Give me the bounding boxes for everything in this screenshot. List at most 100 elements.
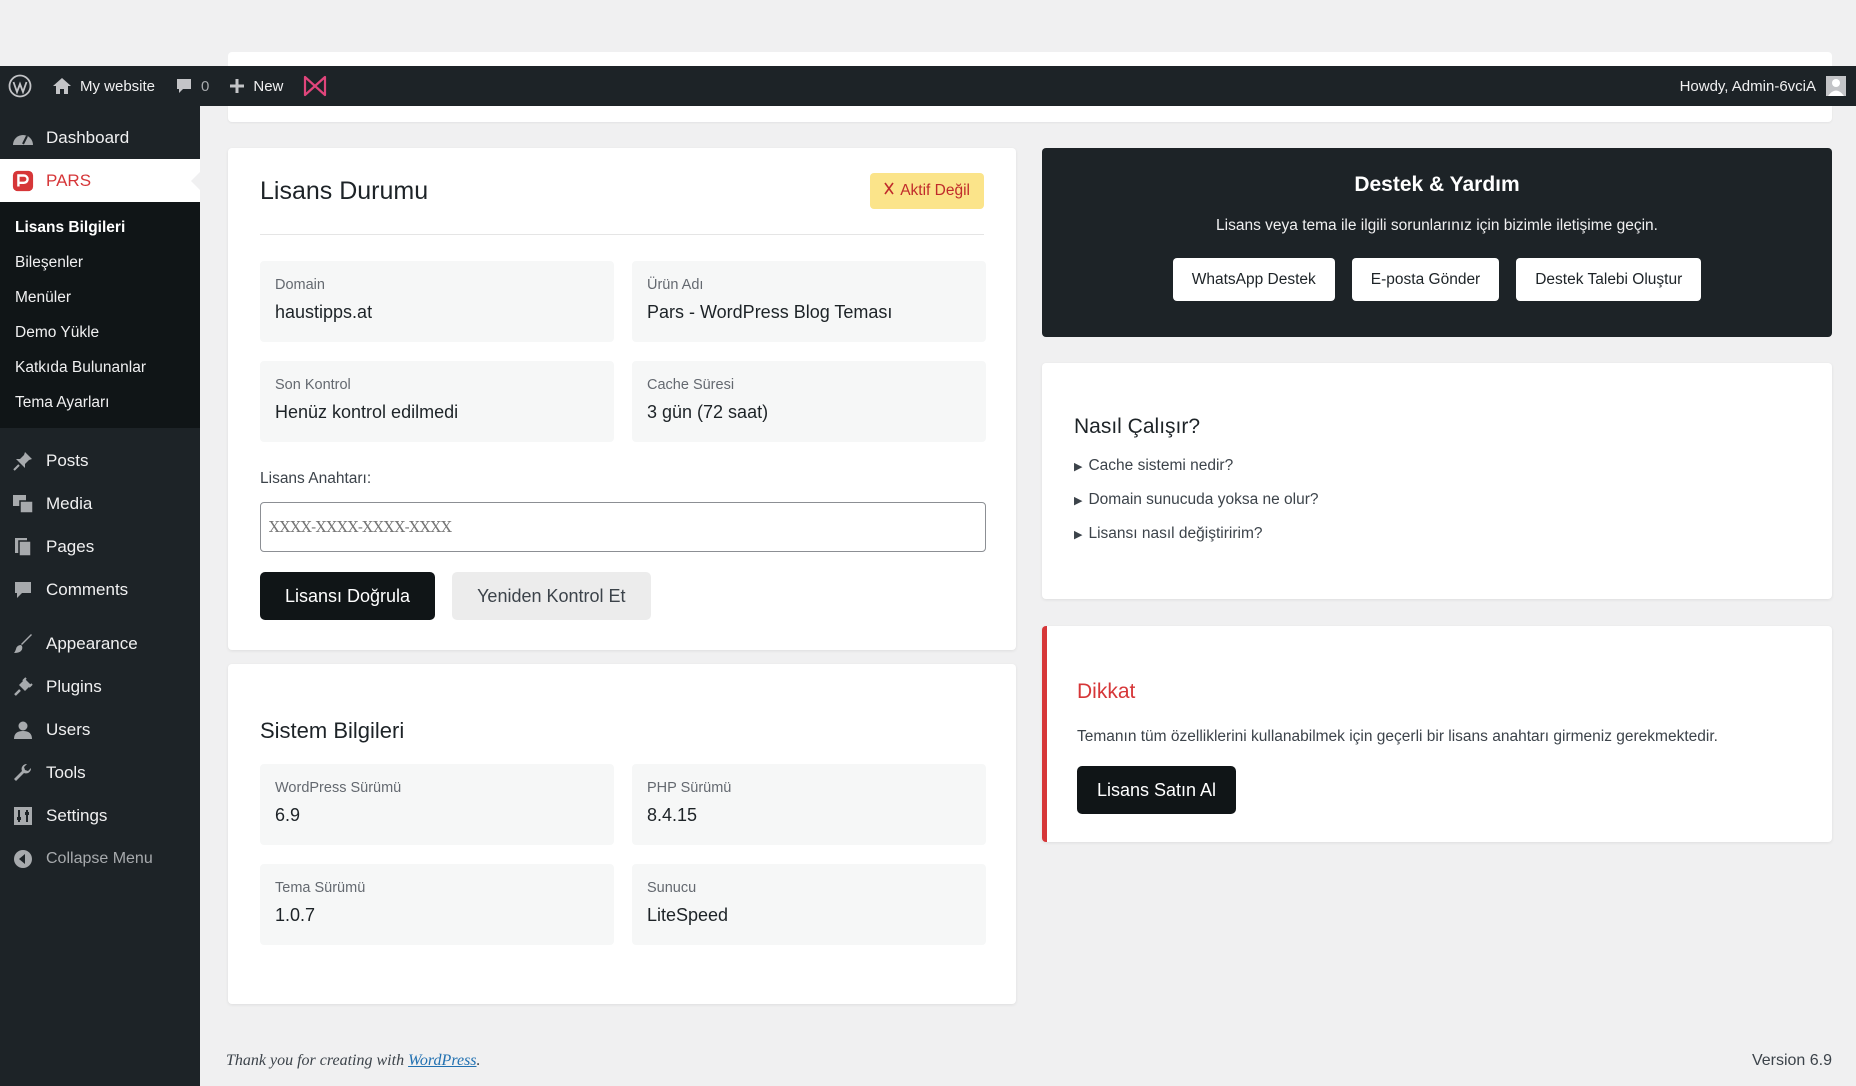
faq-item[interactable]: ▶ Cache sistemi nedir?: [1074, 457, 1800, 475]
pushpin-icon: [12, 450, 34, 472]
license-status-card: Lisans Durumu Aktif Değil Domain haustip…: [228, 148, 1016, 650]
site-name-link[interactable]: My website: [42, 66, 165, 106]
x-mark-icon: [884, 182, 894, 200]
site-name: My website: [80, 77, 156, 95]
comments-link[interactable]: 0: [165, 66, 219, 106]
recheck-license-button[interactable]: Yeniden Kontrol Et: [452, 572, 651, 620]
sidebar-item-pages[interactable]: Pages: [0, 525, 200, 568]
wrench-icon: [12, 762, 34, 784]
how-it-works-title: Nasıl Çalışır?: [1074, 415, 1201, 438]
sidebar-label-appearance: Appearance: [46, 633, 138, 653]
support-help-card: Destek & Yardım Lisans veya tema ile ilg…: [1042, 148, 1832, 337]
disclosure-triangle-icon: ▶: [1074, 528, 1083, 541]
user-icon: [12, 719, 34, 741]
buy-license-button[interactable]: Lisans Satın Al: [1077, 766, 1236, 814]
sidebar-label-dashboard: Dashboard: [46, 127, 130, 147]
wordpress-link[interactable]: WordPress: [408, 1052, 476, 1069]
sidebar-item-appearance[interactable]: Appearance: [0, 622, 200, 665]
sidebar-label-users: Users: [46, 719, 91, 739]
pages-icon: [12, 536, 34, 558]
info-cell-server: Sunucu LiteSpeed: [632, 864, 986, 945]
info-value: Pars - WordPress Blog Teması: [647, 302, 893, 322]
comments-count: 0: [201, 77, 210, 95]
comment-bubble-icon: [175, 77, 193, 95]
support-actions: WhatsApp Destek E-posta Gönder Destek Ta…: [1042, 258, 1832, 301]
admin-sidebar: Dashboard PARS Lisans Bilgileri Bileşenl…: [0, 106, 200, 1086]
create-ticket-button[interactable]: Destek Talebi Oluştur: [1516, 258, 1702, 301]
howdy-text: Howdy, Admin-6vciA: [1679, 77, 1816, 95]
sidebar-label-pages: Pages: [46, 536, 95, 556]
settings-sliders-icon: [12, 805, 34, 827]
info-cell-last-check: Son Kontrol Henüz kontrol edilmedi: [260, 361, 614, 442]
license-key-input[interactable]: [260, 502, 986, 552]
sidebar-item-settings[interactable]: Settings: [0, 794, 200, 837]
sidebar-item-tools[interactable]: Tools: [0, 751, 200, 794]
sidebar-label-posts: Posts: [46, 450, 89, 470]
collapse-menu-button[interactable]: Collapse Menu: [0, 837, 200, 880]
content-fragment: [228, 106, 1832, 122]
info-value: 1.0.7: [275, 905, 316, 925]
footer-thanks: Thank you for creating with WordPress.: [226, 1052, 481, 1070]
submenu-katkida-bulunanlar[interactable]: Katkıda Bulunanlar: [0, 350, 200, 385]
pars-theme-icon[interactable]: [293, 66, 337, 106]
sidebar-label-comments: Comments: [46, 579, 129, 599]
sidebar-label-tools: Tools: [46, 762, 86, 782]
sidebar-item-posts[interactable]: Posts: [0, 439, 200, 482]
info-value: 6.9: [275, 805, 301, 825]
sidebar-label-plugins: Plugins: [46, 676, 102, 696]
collapse-arrow-icon: [12, 848, 34, 870]
footer-version: Version 6.9: [1751, 1052, 1832, 1069]
submenu-demo-yukle[interactable]: Demo Yükle: [0, 315, 200, 350]
sidebar-item-pars[interactable]: PARS: [0, 159, 200, 202]
disclosure-triangle-icon: ▶: [1074, 460, 1083, 473]
pars-submenu: Lisans Bilgileri Bileşenler Menüler Demo…: [0, 202, 200, 428]
license-key-label: Lisans Anahtarı:: [260, 470, 372, 487]
sidebar-item-comments[interactable]: Comments: [0, 568, 200, 611]
info-label: Domain: [275, 277, 325, 293]
faq-text: Domain sunucuda yoksa ne olur?: [1088, 491, 1319, 508]
collapse-menu-label: Collapse Menu: [46, 849, 153, 867]
sidebar-label-pars: PARS: [46, 170, 92, 190]
info-value: haustipps.at: [275, 302, 373, 322]
warning-title: Dikkat: [1077, 680, 1136, 703]
submenu-tema-ayarlari[interactable]: Tema Ayarları: [0, 385, 200, 420]
system-info-card: Sistem Bilgileri WordPress Sürümü 6.9 PH…: [228, 664, 1016, 1004]
verify-license-button[interactable]: Lisansı Doğrula: [260, 572, 436, 620]
info-cell-cache-duration: Cache Süresi 3 gün (72 saat): [632, 361, 986, 442]
my-account-link[interactable]: Howdy, Admin-6vciA: [1670, 66, 1856, 106]
info-cell-product-name: Ürün Adı Pars - WordPress Blog Teması: [632, 261, 986, 342]
faq-item[interactable]: ▶ Lisansı nasıl değiştiririm?: [1074, 525, 1800, 543]
sidebar-item-users[interactable]: Users: [0, 708, 200, 751]
whatsapp-support-button[interactable]: WhatsApp Destek: [1172, 258, 1335, 301]
info-label: Ürün Adı: [647, 277, 704, 293]
pars-logo-icon: [12, 170, 34, 192]
home-icon: [52, 77, 72, 95]
info-cell-domain: Domain haustipps.at: [260, 261, 614, 342]
license-header: Lisans Durumu Aktif Değil: [260, 148, 984, 235]
send-email-button[interactable]: E-posta Gönder: [1351, 258, 1500, 301]
new-content-link[interactable]: New: [219, 66, 293, 106]
support-text: Lisans veya tema ile ilgili sorunlarınız…: [1216, 217, 1658, 234]
faq-item[interactable]: ▶ Domain sunucuda yoksa ne olur?: [1074, 491, 1800, 509]
info-label: Son Kontrol: [275, 377, 351, 393]
license-actions: Lisansı Doğrula Yeniden Kontrol Et: [260, 572, 984, 620]
sidebar-item-plugins[interactable]: Plugins: [0, 665, 200, 708]
sidebar-item-dashboard[interactable]: Dashboard: [0, 116, 200, 159]
sidebar-label-media: Media: [46, 493, 93, 513]
avatar: [1826, 76, 1846, 96]
sidebar-label-settings: Settings: [46, 805, 108, 825]
info-value: Henüz kontrol edilmedi: [275, 402, 459, 422]
submenu-bilesenler[interactable]: Bileşenler: [0, 245, 200, 280]
wordpress-logo-icon[interactable]: [0, 66, 42, 106]
system-info-grid: WordPress Sürümü 6.9 PHP Sürümü 8.4.15 T…: [260, 764, 986, 945]
footer-thanks-prefix: Thank you for creating with: [226, 1052, 409, 1069]
info-value: 8.4.15: [647, 805, 698, 825]
sidebar-item-media[interactable]: Media: [0, 482, 200, 525]
info-label: Sunucu: [647, 880, 697, 896]
system-info-title: Sistem Bilgileri: [260, 718, 405, 743]
submenu-menuler[interactable]: Menüler: [0, 280, 200, 315]
submenu-lisans-bilgileri[interactable]: Lisans Bilgileri: [0, 210, 200, 245]
support-title: Destek & Yardım: [1354, 173, 1520, 196]
info-label: Cache Süresi: [647, 377, 735, 393]
footer-thanks-suffix: .: [476, 1052, 481, 1069]
